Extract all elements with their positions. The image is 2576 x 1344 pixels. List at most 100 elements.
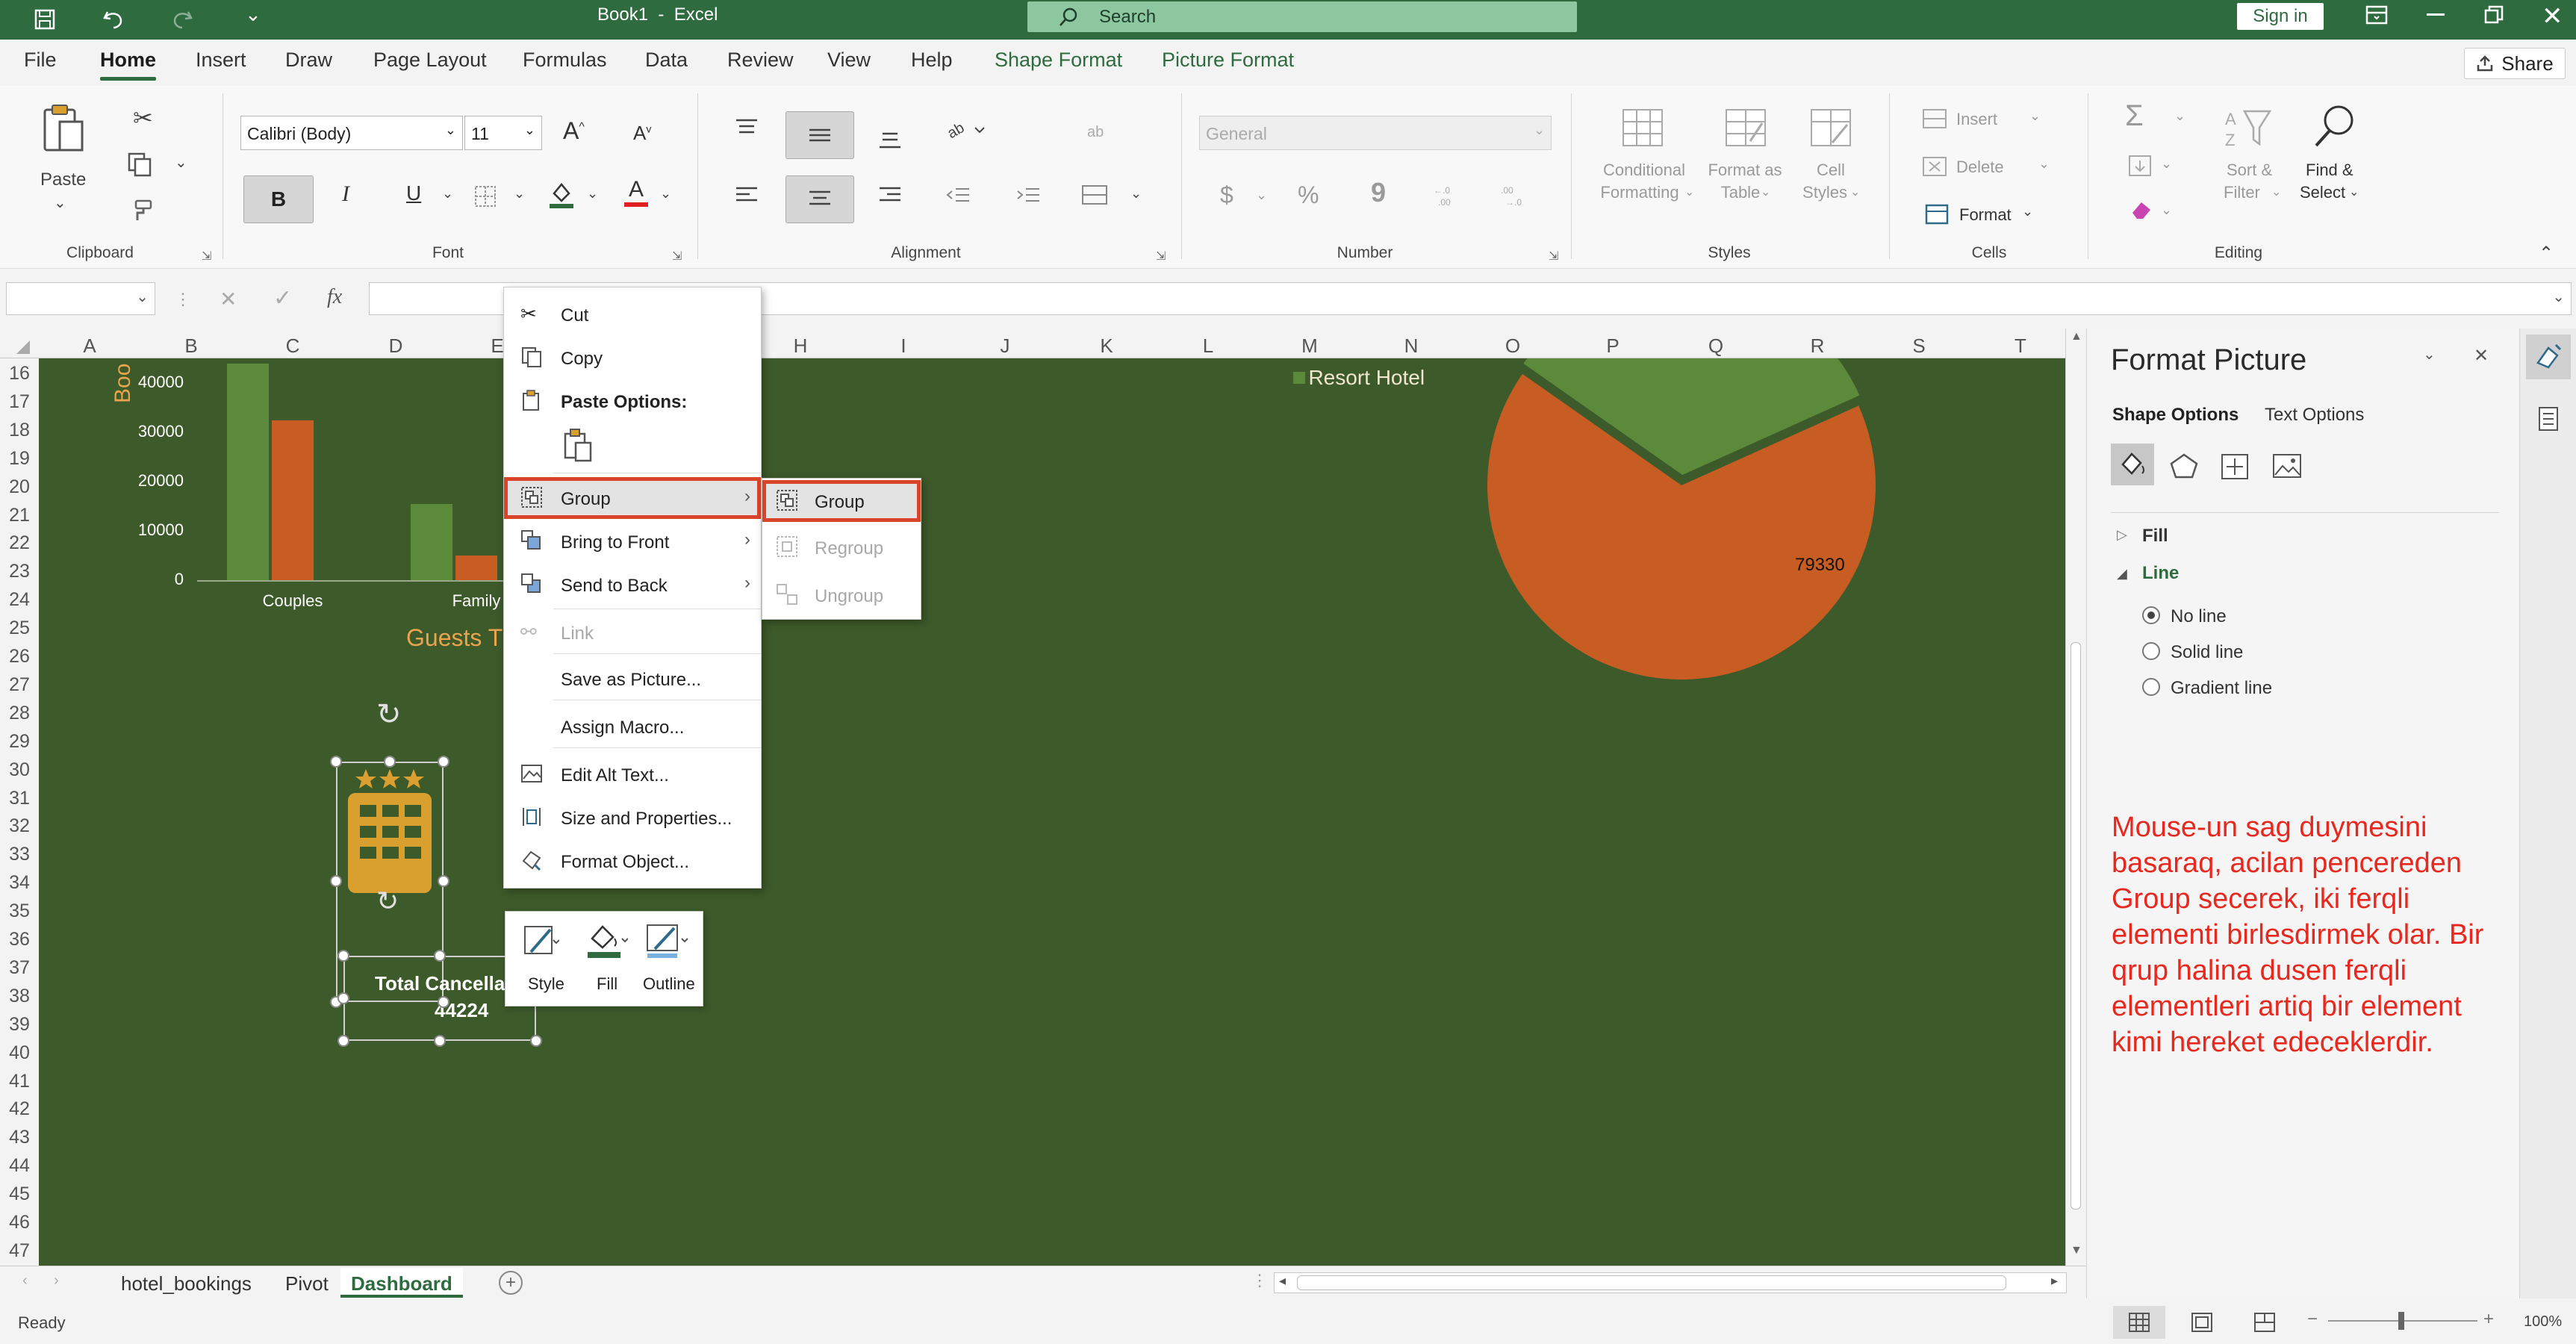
rotate-handle-icon[interactable]: ↻ — [376, 886, 399, 917]
selection-handle[interactable] — [330, 875, 342, 887]
borders-icon[interactable] — [473, 184, 497, 208]
tab-help[interactable]: Help — [911, 49, 953, 72]
paste-icon[interactable] — [40, 102, 87, 155]
row-header[interactable]: 40 — [0, 1042, 39, 1064]
pane-close-icon[interactable]: ✕ — [2474, 345, 2489, 367]
rotate-handle-icon[interactable]: ↻ — [376, 697, 402, 732]
line-collapse-icon[interactable]: ◢ — [2117, 566, 2127, 582]
row-header[interactable]: 38 — [0, 986, 39, 1007]
underline-button[interactable]: U — [406, 181, 421, 205]
collapse-ribbon-icon[interactable]: ⌃ — [2539, 243, 2554, 264]
decrease-indent-icon[interactable] — [945, 184, 971, 207]
format-painter-icon[interactable] — [128, 198, 154, 223]
grow-font-button[interactable]: A^ — [563, 117, 585, 145]
tab-view[interactable]: View — [827, 49, 871, 72]
row-header[interactable]: 31 — [0, 788, 39, 809]
formula-bar-handle-icon[interactable]: ⋮ — [175, 290, 191, 309]
clear-dropdown-icon[interactable]: ⌄ — [2161, 202, 2172, 218]
alignment-launcher-icon[interactable]: ⇲ — [1156, 249, 1166, 264]
page-layout-view-icon[interactable] — [2191, 1312, 2213, 1333]
row-header[interactable]: 41 — [0, 1071, 39, 1092]
column-header[interactable]: Q — [1708, 335, 1723, 358]
menu-item-bring-to-front[interactable]: Bring to Front › — [504, 520, 761, 562]
insert-cells-label[interactable]: Insert — [1956, 110, 1997, 129]
shrink-font-button[interactable]: Av — [633, 122, 651, 145]
style-label[interactable]: Style — [528, 974, 564, 994]
selection-handle[interactable] — [337, 950, 349, 962]
format-table-dropdown-icon[interactable]: ⌄ — [1761, 184, 1770, 199]
find-select-label-2[interactable]: Select — [2300, 183, 2345, 202]
conditional-formatting-label-1[interactable]: Conditional — [1598, 161, 1690, 180]
find-select-dropdown-icon[interactable]: ⌄ — [2349, 184, 2359, 199]
gradient-line-radio[interactable] — [2142, 678, 2160, 696]
row-header[interactable]: 46 — [0, 1212, 39, 1233]
conditional-formatting-icon[interactable] — [1622, 108, 1664, 147]
bar-chart-bar[interactable] — [272, 420, 314, 580]
scroll-up-icon[interactable]: ▲ — [2071, 330, 2082, 343]
row-header[interactable]: 18 — [0, 420, 39, 441]
copy-icon[interactable] — [127, 152, 152, 177]
format-dropdown-icon[interactable]: ⌄ — [2022, 204, 2033, 220]
bar-chart-bar[interactable] — [227, 363, 269, 580]
font-color-button[interactable]: A — [624, 177, 648, 207]
number-launcher-icon[interactable]: ⇲ — [1549, 249, 1558, 264]
select-all-icon[interactable] — [16, 340, 30, 354]
size-properties-icon[interactable] — [2220, 452, 2250, 481]
style-icon[interactable] — [522, 922, 559, 959]
selection-handle[interactable] — [330, 756, 342, 768]
column-header[interactable]: L — [1203, 335, 1213, 358]
column-header[interactable]: J — [1001, 335, 1010, 358]
hscroll-thumb[interactable] — [1297, 1275, 2006, 1290]
hotel-icon[interactable] — [343, 762, 436, 893]
restore-icon[interactable] — [2483, 4, 2504, 25]
selection-handle[interactable] — [438, 756, 449, 768]
fill-color-dropdown-icon[interactable]: ⌄ — [587, 186, 598, 202]
align-left-icon[interactable] — [735, 184, 759, 207]
tab-review[interactable]: Review — [727, 49, 794, 72]
tab-shape-format[interactable]: Shape Format — [995, 49, 1122, 72]
zoom-slider-thumb[interactable] — [2398, 1312, 2404, 1330]
tab-text-options[interactable]: Text Options — [2265, 405, 2364, 426]
next-sheet-icon[interactable]: › — [54, 1272, 59, 1289]
row-header[interactable]: 25 — [0, 617, 39, 639]
sort-filter-label-2[interactable]: Filter — [2224, 183, 2260, 202]
tab-file[interactable]: File — [24, 49, 57, 72]
row-header[interactable]: 17 — [0, 391, 39, 413]
column-header[interactable]: C — [286, 335, 300, 358]
selection-handle[interactable] — [434, 1035, 446, 1047]
sheet-tab-hotel-bookings[interactable]: hotel_bookings — [111, 1268, 262, 1298]
column-header[interactable]: S — [1912, 335, 1925, 358]
submenu-item-group[interactable]: Group — [762, 480, 921, 522]
fill-line-tab[interactable] — [2111, 444, 2154, 485]
row-header[interactable]: 16 — [0, 363, 39, 385]
cell-styles-label-2[interactable]: Styles — [1793, 183, 1856, 202]
font-launcher-icon[interactable]: ⇲ — [672, 249, 682, 264]
row-header[interactable]: 24 — [0, 589, 39, 611]
menu-item-cut[interactable]: ✂ Cut — [504, 293, 761, 335]
bar-chart-bar[interactable] — [455, 556, 497, 580]
underline-dropdown-icon[interactable]: ⌄ — [442, 186, 453, 202]
tab-draw[interactable]: Draw — [285, 49, 332, 72]
clipboard-launcher-icon[interactable]: ⇲ — [202, 249, 211, 264]
align-right-icon[interactable] — [878, 184, 902, 207]
scroll-thumb[interactable] — [2071, 642, 2081, 1210]
tab-home[interactable]: Home — [100, 49, 157, 81]
column-header[interactable]: A — [83, 335, 96, 358]
sheet-tab-dashboard[interactable]: Dashboard — [340, 1268, 463, 1298]
tab-data[interactable]: Data — [645, 49, 688, 72]
tab-insert[interactable]: Insert — [196, 49, 246, 72]
column-header[interactable]: O — [1505, 335, 1520, 358]
scroll-left-icon[interactable]: ◂ — [1279, 1273, 1286, 1289]
format-cells-label[interactable]: Format — [1959, 205, 2012, 225]
borders-dropdown-icon[interactable]: ⌄ — [514, 186, 525, 202]
selection-handle[interactable] — [434, 950, 446, 962]
row-header[interactable]: 27 — [0, 674, 39, 696]
customize-qat-icon[interactable]: ⌄ — [245, 3, 261, 26]
menu-item-send-to-back[interactable]: Send to Back › — [504, 564, 761, 606]
row-header[interactable]: 45 — [0, 1183, 39, 1205]
italic-button[interactable]: I — [342, 181, 349, 207]
conditional-formatting-label-2[interactable]: Formatting — [1593, 183, 1686, 202]
fill-down-icon[interactable] — [2128, 155, 2152, 177]
row-header[interactable]: 35 — [0, 900, 39, 922]
outline-label[interactable]: Outline — [643, 974, 695, 994]
